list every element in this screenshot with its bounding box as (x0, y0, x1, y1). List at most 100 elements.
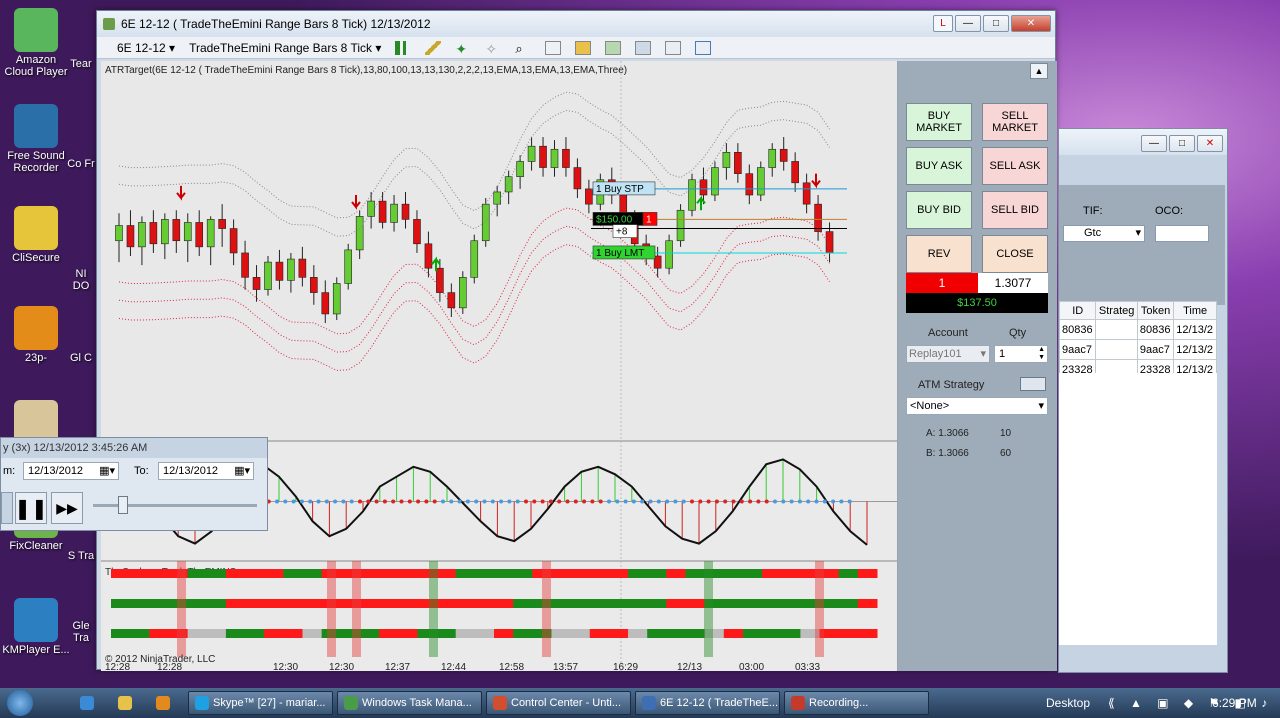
rev-button[interactable]: REV (906, 235, 972, 273)
desktop-icon[interactable]: Free Sound Recorder (0, 104, 72, 174)
orders-column-header[interactable]: ID (1058, 301, 1097, 320)
zero-dot (399, 499, 404, 504)
table-row[interactable]: 9aac7 9aac7 12/13/2 (1058, 339, 1217, 360)
scalper-segment (666, 569, 686, 578)
scalper-segment (283, 629, 303, 638)
zero-dot (316, 499, 321, 504)
ie-icon[interactable] (80, 696, 94, 710)
data-box-icon[interactable] (605, 40, 622, 55)
atm-strategy-button[interactable] (1020, 377, 1046, 391)
chart-canvas[interactable]: ATRTarget(6E 12-12 ( TradeTheEmini Range… (101, 61, 897, 671)
position-qty-tag: 1 (646, 214, 652, 225)
buy-bid-button[interactable]: BUY BID (906, 191, 972, 229)
zero-dot (391, 499, 396, 504)
close-button[interactable]: CLOSE (982, 235, 1048, 273)
desktop-icon[interactable]: CliSecure (0, 206, 72, 264)
instrument-selector[interactable]: 6E 12-12 ▾ (117, 41, 175, 55)
sell-market-button[interactable]: SELL MARKET (982, 103, 1048, 141)
zero-dot (573, 499, 578, 504)
bar-type-icon[interactable] (395, 40, 412, 55)
media-player-icon[interactable] (156, 696, 170, 710)
oco-field[interactable] (1155, 225, 1209, 242)
scalper-segment (666, 629, 686, 638)
taskbar-item[interactable]: Windows Task Mana... (337, 691, 482, 715)
zero-dot (598, 499, 603, 504)
zero-dot (764, 499, 769, 504)
orders-column-header[interactable]: Strateg (1095, 301, 1138, 320)
candle-body (206, 219, 215, 248)
taskbar-item[interactable]: Recording... (784, 691, 929, 715)
zero-dot (814, 499, 819, 504)
chart-trader-icon[interactable] (575, 40, 592, 55)
qty-stepper[interactable]: 1 ▲ ▼ (994, 345, 1048, 363)
pause-button[interactable]: ❚❚ (14, 492, 48, 524)
scalper-segment (130, 599, 150, 608)
speed-slider-handle[interactable] (118, 496, 128, 514)
tif-select[interactable]: Gtc ▾ (1063, 225, 1145, 242)
step-back-button[interactable] (1, 492, 13, 524)
desktop-icon[interactable]: Amazon Cloud Player (0, 8, 72, 78)
zero-dot (615, 499, 620, 504)
taskbar-item[interactable]: 6E 12-12 ( TradeTheE... (635, 691, 780, 715)
minimize-button[interactable]: — (955, 15, 981, 32)
indicator-icon[interactable]: ✦ (455, 41, 471, 57)
candle-body (470, 240, 479, 278)
taskbar-item[interactable]: Control Center - Unti... (486, 691, 631, 715)
from-date-field[interactable]: 12/13/2012 ▦▾ (23, 462, 119, 480)
scalper-segment (245, 569, 265, 578)
sell-ask-button[interactable]: SELL ASK (982, 147, 1048, 185)
chart-panel[interactable]: ATRTarget(6E 12-12 ( TradeTheEmini Range… (101, 61, 897, 671)
sell-bid-button[interactable]: SELL BID (982, 191, 1048, 229)
maximize-button[interactable]: □ (983, 15, 1009, 32)
buy-ask-button[interactable]: BUY ASK (906, 147, 972, 185)
pin-icon[interactable]: L (933, 15, 953, 32)
strategy-icon[interactable]: ✧ (485, 41, 501, 57)
explorer-icon[interactable] (118, 696, 132, 710)
cc-maximize-button[interactable]: □ (1169, 135, 1195, 152)
atm-strategy-select[interactable]: <None> ▾ (906, 397, 1048, 415)
to-date-field[interactable]: 12/13/2012 ▦▾ (158, 462, 254, 480)
desktop-toolbar-label[interactable]: Desktop (1046, 696, 1090, 710)
buy-market-button[interactable]: BUY MARKET (906, 103, 972, 141)
clock[interactable]: 6:29 PM (1212, 696, 1257, 710)
app-icon (14, 206, 58, 250)
scalper-segment (628, 599, 648, 608)
desktop-icon[interactable]: KMPlayer E... (0, 598, 72, 656)
zoom-icon[interactable]: ⌕ (515, 41, 531, 56)
start-button[interactable] (0, 688, 40, 718)
taskbar-item[interactable]: Skype™ [27] - mariar... (188, 691, 333, 715)
print-icon[interactable] (665, 40, 682, 55)
playback-titlebar[interactable]: y (3x) 12/13/2012 3:45:26 AM (1, 438, 267, 458)
period-selector[interactable]: TradeTheEmini Range Bars 8 Tick ▾ (189, 41, 381, 55)
chart-titlebar[interactable]: 6E 12-12 ( TradeTheEmini Range Bars 8 Ti… (97, 11, 1055, 37)
desktop-icon-label[interactable]: Tear (66, 58, 96, 70)
table-row[interactable]: 80836 80836 12/13/2 (1058, 319, 1217, 340)
time-axis-label: 12:37 (385, 662, 410, 671)
desktop-icon-label[interactable]: Co Fr (66, 158, 96, 170)
candle-body (275, 261, 284, 281)
orders-column-header[interactable]: Time (1173, 301, 1217, 320)
cc-close-button[interactable]: ✕ (1197, 135, 1223, 152)
scalper-segment (838, 629, 859, 638)
desktop-icon-label[interactable]: NI DO (66, 268, 96, 292)
zero-dot (449, 499, 454, 504)
orders-column-header[interactable]: Token (1136, 301, 1175, 320)
properties-icon[interactable] (545, 40, 562, 55)
candle-body (264, 261, 272, 290)
fast-forward-button[interactable]: ▶▶ (51, 492, 83, 524)
desktop-icon[interactable]: 23p- (0, 306, 72, 364)
split-window-icon[interactable] (695, 40, 712, 55)
desktop-icon-label[interactable]: S Tra (66, 550, 96, 562)
signal-column (429, 561, 438, 657)
desktop-icon-label[interactable]: Gl C (66, 352, 96, 364)
close-button[interactable]: ✕ (1011, 15, 1051, 32)
zero-dot (299, 499, 304, 504)
panel-collapse-button[interactable]: ▲ (1030, 63, 1048, 79)
cc-titlebar[interactable]: — □ ✕ (1059, 129, 1227, 155)
candle-body (814, 203, 822, 232)
drawing-pencil-icon[interactable] (425, 40, 442, 55)
account-select[interactable]: Replay101 ▾ (906, 345, 990, 363)
cc-minimize-button[interactable]: — (1141, 135, 1167, 152)
snapshot-icon[interactable] (635, 40, 652, 55)
desktop-icon-label[interactable]: Gle Tra (66, 620, 96, 644)
